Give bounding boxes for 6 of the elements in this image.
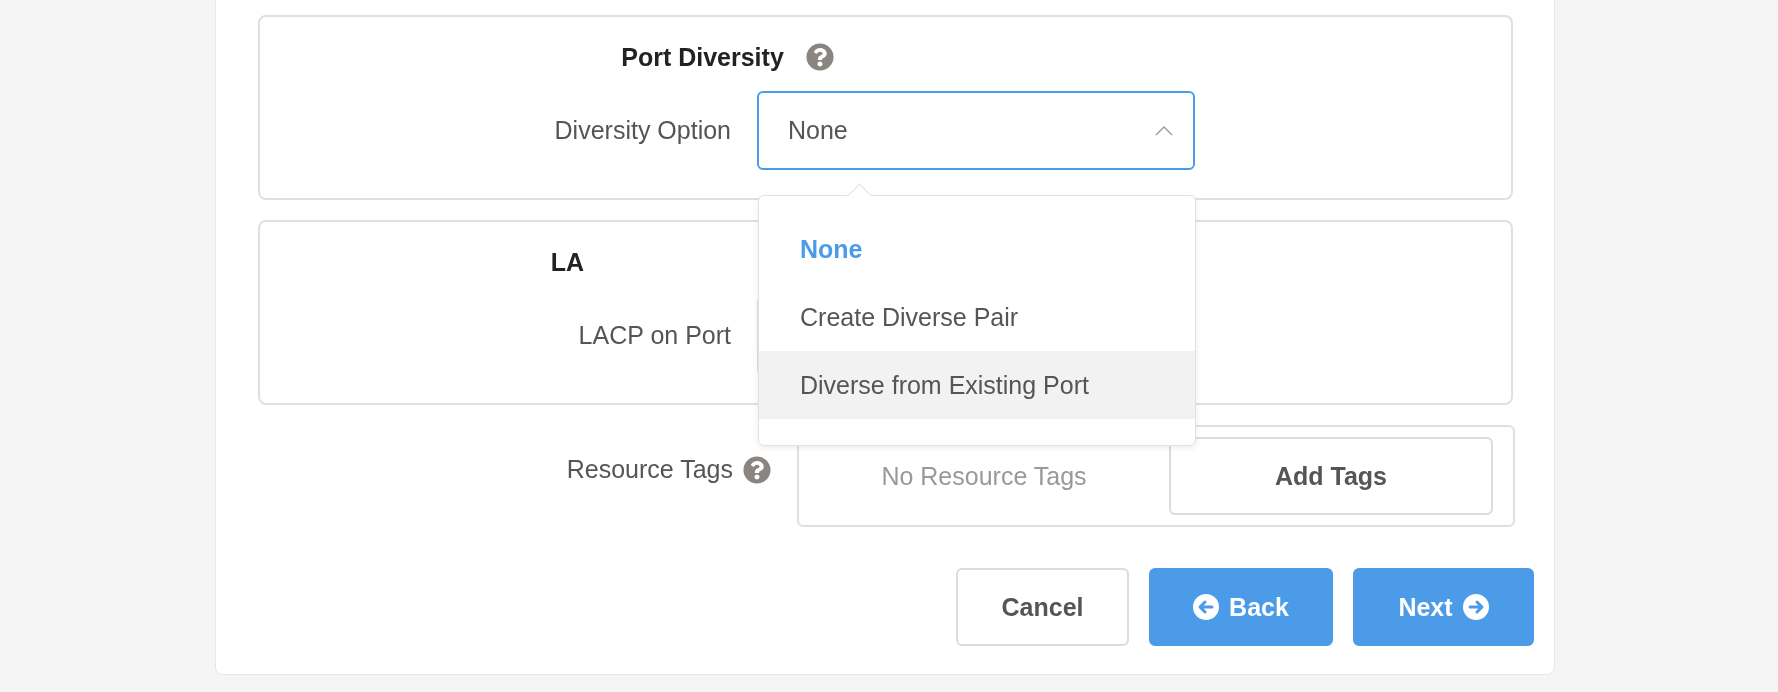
field-label: Resource Tags bbox=[566, 455, 733, 484]
section-title: LA bbox=[550, 247, 585, 277]
field-label: LACP on Port bbox=[578, 321, 731, 350]
section-title: Port Diversity bbox=[621, 42, 784, 72]
field-label: Diversity Option bbox=[554, 116, 731, 145]
empty-tags-text: No Resource Tags bbox=[880, 461, 1088, 491]
